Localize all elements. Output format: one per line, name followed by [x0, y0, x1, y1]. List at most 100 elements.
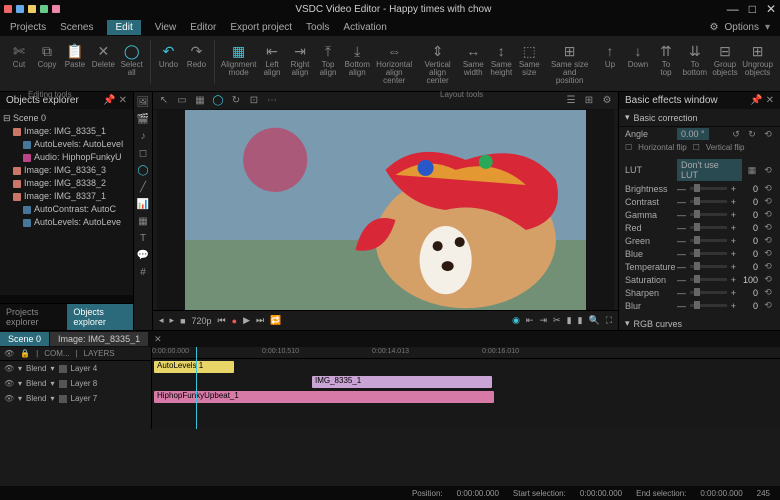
lock-header-icon[interactable]: 🔒 [20, 349, 30, 358]
tool-counter-icon[interactable]: # [136, 265, 150, 279]
tree-node[interactable]: AutoContrast: AutoC [3, 203, 130, 216]
maximize-icon[interactable]: □ [749, 2, 756, 16]
timeline-clip[interactable]: HiphopFunkyUpbeat_1 [154, 391, 494, 403]
marker-a-icon[interactable]: ▮ [567, 315, 572, 326]
tb-more-icon[interactable]: ⋯ [265, 94, 279, 108]
tool-sprite-icon[interactable]: ▦ [136, 214, 150, 228]
slider-blur[interactable]: Blur—+0⟲ [619, 299, 780, 312]
slider-saturation[interactable]: Saturation—+100⟲ [619, 273, 780, 286]
tb-gear-icon[interactable]: ⚙ [600, 94, 614, 108]
reset-icon[interactable]: ⟲ [762, 129, 774, 140]
slider-temperature[interactable]: Temperature—+0⟲ [619, 260, 780, 273]
tool-text-icon[interactable]: T [136, 231, 150, 245]
layer-row[interactable]: 👁▾Blend▾Layer 8 [0, 376, 151, 391]
tool-circle-icon[interactable]: ◯ [136, 163, 150, 177]
ribbon-bottom-align[interactable]: ⤓Bottomalign [343, 40, 371, 79]
ribbon-same-height[interactable]: ↕Sameheight [488, 40, 514, 79]
timeline-clip[interactable]: AutoLevels 1 [154, 361, 234, 373]
tb-grid-icon[interactable]: ▦ [193, 94, 207, 108]
angle-value[interactable]: 0.00 ° [677, 128, 709, 140]
rotate-ccw-icon[interactable]: ↺ [730, 129, 742, 140]
options-link[interactable]: Options [725, 22, 759, 33]
tb-redo-icon[interactable]: ↻ [229, 94, 243, 108]
tree-node[interactable]: Image: IMG_8338_2 [3, 177, 130, 190]
timeline-tab-image[interactable]: Image: IMG_8335_1 [50, 332, 148, 346]
tree-node[interactable]: AutoLevels: AutoLevel [3, 138, 130, 151]
scrollbar-horizontal[interactable] [0, 295, 133, 303]
tool-shape-icon[interactable]: ◻ [136, 146, 150, 160]
collapse-icon[interactable]: ▾ [625, 112, 630, 123]
ribbon-to-top[interactable]: ⇈Totop [653, 40, 679, 79]
reset-icon[interactable]: ⟲ [762, 287, 774, 298]
ribbon-alignment-mode[interactable]: ▦Alignmentmode [220, 40, 257, 79]
tb-circle-icon[interactable]: ◯ [211, 94, 225, 108]
tool-image-icon[interactable]: 🖼 [136, 95, 150, 109]
reset-icon[interactable]: ⟲ [762, 222, 774, 233]
ribbon-same-width[interactable]: ↔Samewidth [460, 40, 486, 79]
ribbon-redo[interactable]: ↷Redo [183, 40, 209, 71]
eye-header-icon[interactable]: 👁 [4, 349, 14, 358]
zoom-icon[interactable]: 🔍 [588, 315, 599, 326]
next-frame-icon[interactable]: ▸ [170, 315, 175, 326]
tool-chart-icon[interactable]: 📊 [136, 197, 150, 211]
ribbon-undo[interactable]: ↶Undo [155, 40, 181, 71]
slider-gamma[interactable]: Gamma—+0⟲ [619, 208, 780, 221]
loop-icon[interactable]: 🔁 [270, 315, 281, 326]
ribbon-down[interactable]: ↓Down [625, 40, 651, 71]
ribbon-right-align[interactable]: ⇥Rightalign [287, 40, 313, 79]
menu-edit[interactable]: Edit [107, 20, 140, 35]
layer-row[interactable]: 👁▾Blend▾Layer 4 [0, 361, 151, 376]
playhead[interactable] [196, 347, 197, 429]
prev-frame-icon[interactable]: ◂ [159, 315, 164, 326]
play-icon[interactable]: ▶ [243, 315, 250, 326]
expand-icon[interactable]: ⛶ [606, 315, 612, 326]
ribbon-left-align[interactable]: ⇤Leftalign [259, 40, 285, 79]
rewind-icon[interactable]: ⏮ [218, 315, 226, 326]
tab-projects-explorer[interactable]: Projects explorer [0, 304, 67, 330]
ribbon-same-size-and-position[interactable]: ⊞Same size andposition [544, 40, 595, 87]
ribbon-paste[interactable]: 📋Paste [62, 40, 88, 71]
slider-blue[interactable]: Blue—+0⟲ [619, 247, 780, 260]
tb-rect-icon[interactable]: ▭ [175, 94, 189, 108]
lut-select[interactable]: Don't use LUT [677, 159, 742, 181]
chevron-down-icon[interactable]: ▾ [765, 22, 770, 33]
tree-node[interactable]: Image: IMG_8336_3 [3, 164, 130, 177]
tree-node[interactable]: Image: IMG_8337_1 [3, 190, 130, 203]
reset-icon[interactable]: ⟲ [762, 235, 774, 246]
slider-green[interactable]: Green—+0⟲ [619, 234, 780, 247]
menu-tools[interactable]: Tools [306, 22, 329, 33]
record-icon[interactable]: ● [232, 316, 237, 326]
objects-tree[interactable]: ⊟ Scene 0Image: IMG_8335_1AutoLevels: Au… [0, 109, 133, 295]
tree-node[interactable]: Image: IMG_8335_1 [3, 125, 130, 138]
ribbon-up[interactable]: ↑Up [597, 40, 623, 71]
reset-icon[interactable]: ⟲ [762, 165, 774, 176]
reset-icon[interactable]: ⟲ [762, 209, 774, 220]
rotate-cw-icon[interactable]: ↻ [746, 129, 758, 140]
resolution-label[interactable]: 720p [192, 316, 212, 326]
ribbon-delete[interactable]: ✕Delete [90, 40, 117, 71]
slider-sharpen[interactable]: Sharpen—+0⟲ [619, 286, 780, 299]
ribbon-cut[interactable]: ✄Cut [6, 40, 32, 71]
tool-tooltip-icon[interactable]: 💬 [136, 248, 150, 262]
reset-icon[interactable]: ⟲ [762, 183, 774, 194]
ribbon-select-all[interactable]: ◯Selectall [119, 40, 145, 79]
close-icon[interactable]: ✕ [766, 2, 776, 16]
timeline-tracks[interactable]: 0:00:00.0000:00:10.5100:00:14.0130:00:16… [152, 347, 780, 429]
tab-close-icon[interactable]: ✕ [154, 334, 162, 345]
tool-line-icon[interactable]: ╱ [136, 180, 150, 194]
panel-close-icon[interactable]: 📌 ✕ [750, 95, 774, 106]
forward-icon[interactable]: ⏭ [256, 315, 264, 326]
ribbon-to-bottom[interactable]: ⇊Tobottom [681, 40, 709, 79]
tb-cursor-icon[interactable]: ↖ [157, 94, 171, 108]
split-icon[interactable]: ✂ [553, 315, 561, 326]
reset-icon[interactable]: ⟲ [762, 274, 774, 285]
tool-audio-icon[interactable]: ♪ [136, 129, 150, 143]
reset-icon[interactable]: ⟲ [762, 300, 774, 311]
slider-contrast[interactable]: Contrast—+0⟲ [619, 195, 780, 208]
tree-node[interactable]: ⊟ Scene 0 [3, 112, 130, 125]
slider-red[interactable]: Red—+0⟲ [619, 221, 780, 234]
minimize-icon[interactable]: — [727, 2, 739, 16]
tb-layers-icon[interactable]: ☰ [564, 94, 578, 108]
timeline-clip[interactable]: IMG_8335_1 [312, 376, 492, 388]
tree-node[interactable]: Audio: HiphopFunkyU [3, 151, 130, 164]
